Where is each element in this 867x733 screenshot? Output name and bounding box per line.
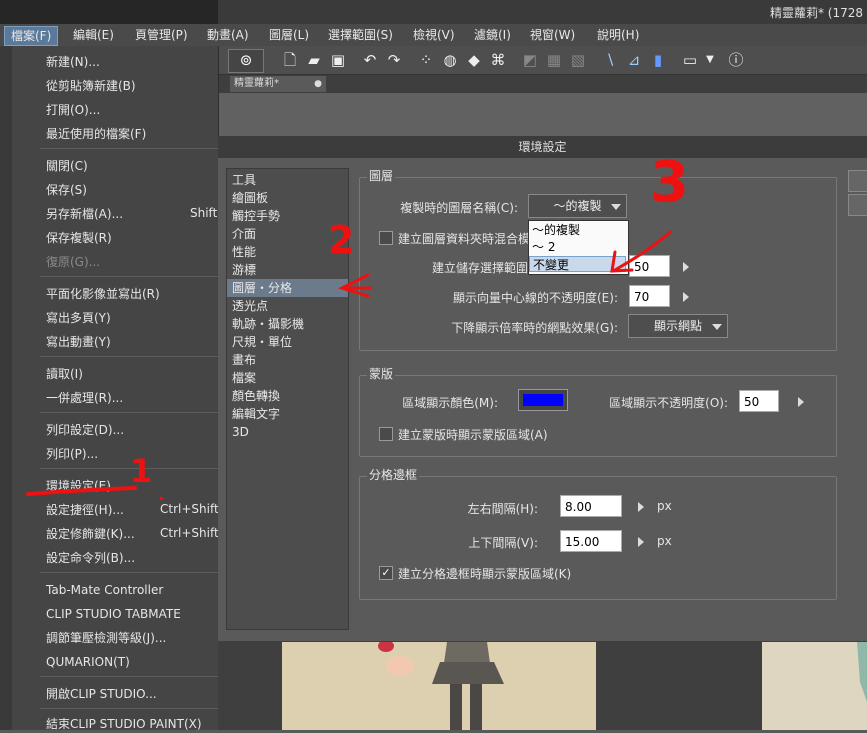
arrow-line-3 xyxy=(613,230,672,272)
annotation-number-2: 2 xyxy=(328,218,355,262)
arrow-annotation-2 xyxy=(337,273,370,298)
underline-annotation xyxy=(26,486,137,496)
annotation-number-3: 3 xyxy=(650,150,689,215)
annotation-overlay xyxy=(26,230,672,501)
annotation-number-1: 1 xyxy=(130,452,153,490)
dot-annotation xyxy=(159,496,164,501)
